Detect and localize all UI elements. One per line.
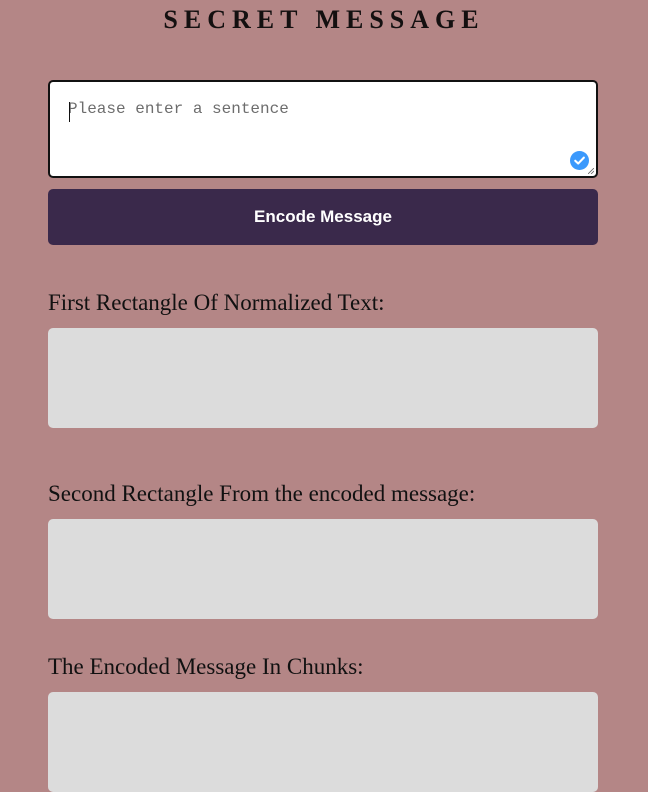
first-rectangle-output: [48, 328, 598, 428]
check-circle-icon: [570, 151, 589, 170]
first-rectangle-label: First Rectangle Of Normalized Text:: [48, 290, 385, 315]
encoded-chunks-output: [48, 692, 598, 792]
sentence-input[interactable]: [50, 82, 596, 176]
sentence-input-container: [48, 80, 598, 178]
second-rectangle-output: [48, 519, 598, 619]
second-rectangle-label: Second Rectangle From the encoded messag…: [48, 481, 476, 506]
encode-message-button[interactable]: Encode Message: [48, 189, 598, 245]
page-title: SECRET MESSAGE: [163, 5, 485, 34]
resize-handle-icon[interactable]: [588, 168, 594, 174]
encoded-chunks-label: The Encoded Message In Chunks:: [48, 654, 364, 679]
text-caret: [69, 102, 70, 122]
